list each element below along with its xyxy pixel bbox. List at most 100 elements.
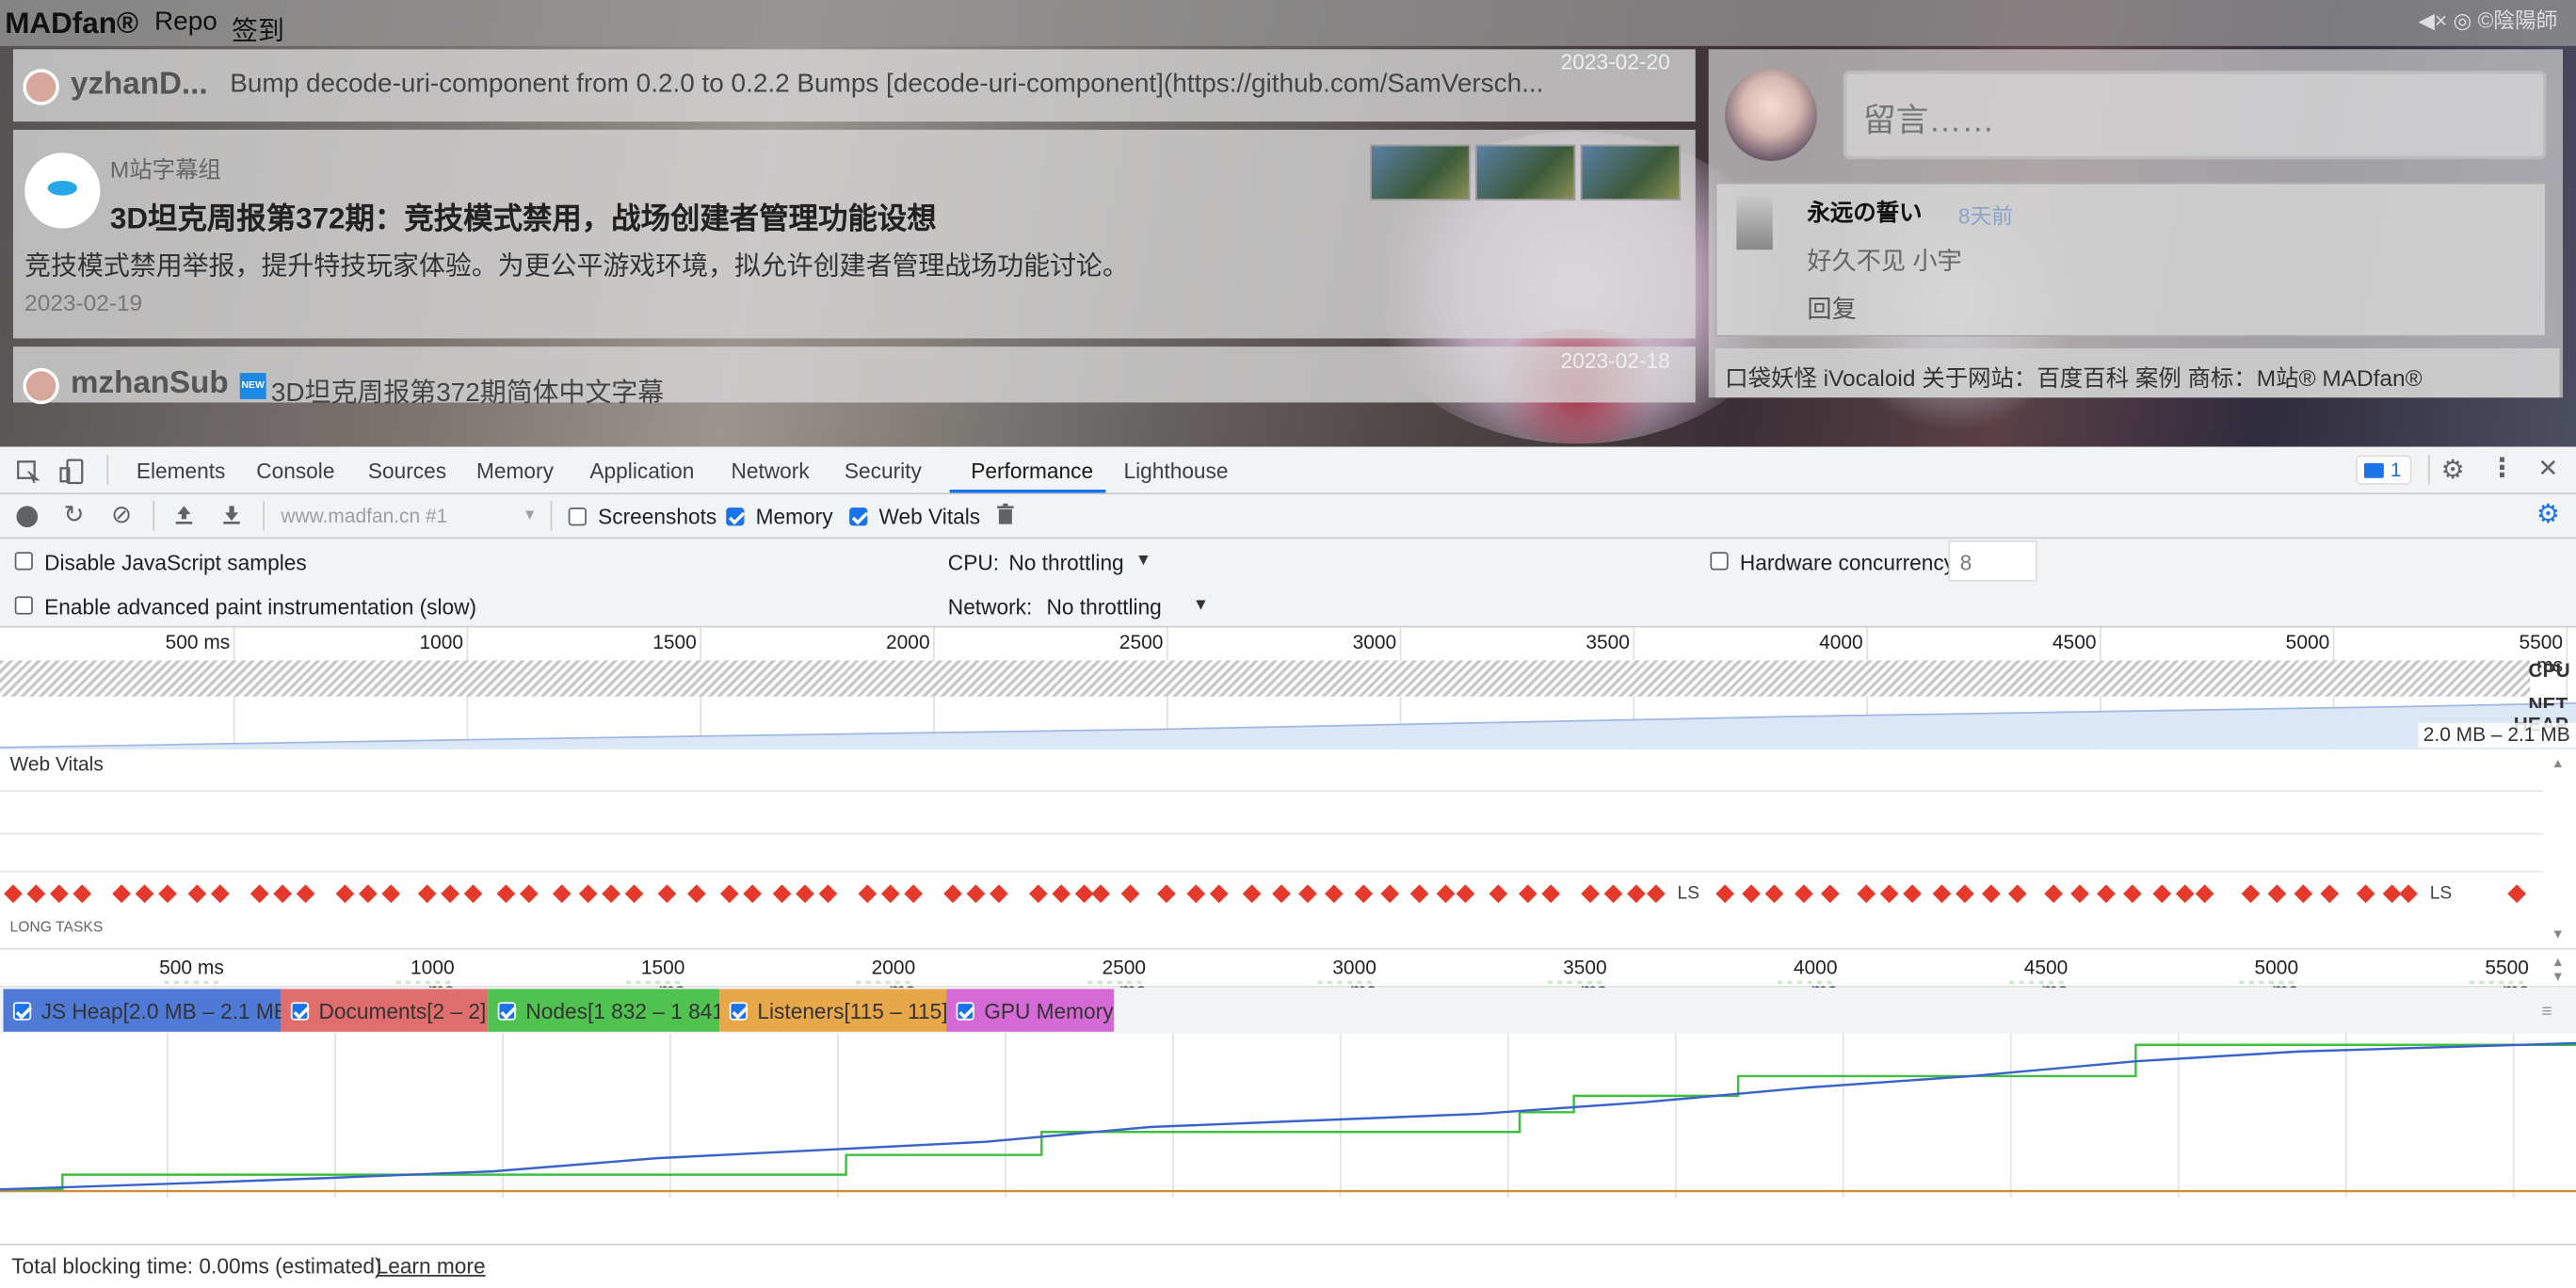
layout-shift-marker[interactable] bbox=[719, 884, 739, 904]
counter-checkbox[interactable] bbox=[290, 1002, 310, 1021]
counter-checkbox[interactable] bbox=[12, 1002, 32, 1021]
layout-shift-marker[interactable] bbox=[1456, 884, 1475, 904]
layout-shift-marker[interactable] bbox=[1186, 884, 1206, 904]
hardware-concurrency-input[interactable]: 8 bbox=[1948, 540, 2037, 582]
layout-shift-marker[interactable] bbox=[1903, 884, 1922, 904]
layout-shift-marker[interactable] bbox=[602, 884, 620, 904]
layout-shift-marker[interactable] bbox=[1436, 884, 1456, 904]
load-profile-icon[interactable] bbox=[170, 503, 197, 529]
layout-shift-marker[interactable] bbox=[2044, 884, 2063, 904]
hardware-concurrency-label[interactable]: Hardware concurrency bbox=[1740, 551, 1955, 575]
layout-shift-marker[interactable] bbox=[904, 884, 924, 904]
layout-shift-marker[interactable] bbox=[1518, 884, 1538, 904]
tab-console[interactable]: Console bbox=[256, 459, 334, 483]
layout-shift-marker[interactable] bbox=[1380, 884, 1400, 904]
layout-shift-marker[interactable] bbox=[552, 884, 572, 904]
layout-shift-marker[interactable] bbox=[1879, 884, 1899, 904]
counter-checkbox[interactable] bbox=[956, 1002, 974, 1021]
layout-shift-marker[interactable] bbox=[743, 884, 763, 904]
layout-shift-marker[interactable] bbox=[496, 884, 516, 904]
layout-shift-marker[interactable] bbox=[2399, 884, 2418, 904]
feed-user[interactable]: mzhanSub bbox=[71, 366, 229, 402]
device-toolbar-icon[interactable] bbox=[59, 459, 86, 485]
nav-repo[interactable]: Repo bbox=[154, 8, 217, 38]
layout-shift-marker[interactable] bbox=[1603, 884, 1623, 904]
memory-label[interactable]: Memory bbox=[756, 505, 833, 529]
layout-shift-marker[interactable] bbox=[135, 884, 154, 904]
layout-shift-marker[interactable] bbox=[1028, 884, 1048, 904]
layout-shift-marker[interactable] bbox=[1541, 884, 1561, 904]
tab-memory[interactable]: Memory bbox=[476, 459, 554, 483]
disable-js-checkbox[interactable] bbox=[14, 552, 33, 571]
tab-security[interactable]: Security bbox=[845, 459, 922, 483]
feed-text[interactable]: 3D坦克周报第372期简体中文字幕 bbox=[271, 370, 664, 410]
layout-shift-marker[interactable] bbox=[1091, 884, 1110, 904]
layout-shift-marker[interactable] bbox=[966, 884, 986, 904]
layout-shift-marker[interactable] bbox=[1764, 884, 1784, 904]
layout-shift-marker[interactable] bbox=[381, 884, 401, 904]
screenshots-checkbox[interactable] bbox=[568, 507, 587, 526]
layout-shift-marker[interactable] bbox=[1646, 884, 1666, 904]
site-brand[interactable]: MADfan® bbox=[5, 7, 138, 41]
nav-checkin[interactable]: 签到 bbox=[232, 8, 284, 48]
layout-shift-marker[interactable] bbox=[2294, 884, 2313, 904]
layout-shift-marker[interactable] bbox=[2123, 884, 2142, 904]
feed-text[interactable]: Bump decode-uri-component from 0.2.0 to … bbox=[230, 71, 1676, 100]
layout-shift-marker[interactable] bbox=[578, 884, 598, 904]
layout-shift-marker[interactable] bbox=[296, 884, 315, 904]
counter-toggle[interactable]: GPU Memory bbox=[946, 989, 1115, 1032]
resize-handle-icon[interactable]: ≡ bbox=[2541, 1002, 2552, 1022]
feed-source[interactable]: M站字幕组 bbox=[110, 153, 221, 185]
counter-toggle[interactable]: JS Heap[2.0 MB – 2.1 MB] bbox=[3, 989, 294, 1032]
network-throttling-select[interactable]: No throttling bbox=[1047, 595, 1162, 620]
layout-shift-marker[interactable] bbox=[1409, 884, 1429, 904]
layout-shift-marker[interactable] bbox=[2152, 884, 2172, 904]
hardware-concurrency-checkbox[interactable] bbox=[1710, 552, 1729, 571]
web-vitals-label[interactable]: Web Vitals bbox=[879, 505, 981, 529]
reply-link[interactable]: 回复 bbox=[1807, 291, 1856, 326]
tab-sources[interactable]: Sources bbox=[368, 459, 446, 483]
layout-shift-marker[interactable] bbox=[1581, 884, 1600, 904]
commenter-avatar[interactable] bbox=[1736, 193, 1773, 250]
layout-shift-marker[interactable] bbox=[943, 884, 962, 904]
thumbnail[interactable] bbox=[1474, 144, 1576, 201]
layout-shift-marker[interactable] bbox=[1627, 884, 1646, 904]
layout-shift-marker[interactable] bbox=[1272, 884, 1291, 904]
layout-shift-marker[interactable] bbox=[2241, 884, 2261, 904]
learn-more-link[interactable]: Learn more bbox=[377, 1253, 486, 1278]
layout-shift-marker[interactable] bbox=[1052, 884, 1071, 904]
layout-shift-track[interactable] bbox=[0, 874, 2543, 913]
layout-shift-marker[interactable] bbox=[624, 884, 644, 904]
scroll-down-icon[interactable]: ▼ bbox=[2552, 969, 2565, 984]
layout-shift-marker[interactable] bbox=[49, 884, 69, 904]
feed-user[interactable]: yzhanD... bbox=[71, 68, 208, 104]
layout-shift-marker[interactable] bbox=[519, 884, 539, 904]
layout-shift-marker[interactable] bbox=[2070, 884, 2089, 904]
more-options-icon[interactable]: ⋮ bbox=[2489, 456, 2516, 483]
screenshots-label[interactable]: Screenshots bbox=[598, 505, 716, 529]
user-avatar[interactable] bbox=[1725, 69, 1817, 162]
layout-shift-marker[interactable] bbox=[772, 884, 792, 904]
comment-input[interactable]: 留言…… bbox=[1843, 71, 2547, 160]
tab-elements[interactable]: Elements bbox=[137, 459, 226, 483]
tab-network[interactable]: Network bbox=[731, 459, 809, 483]
layout-shift-marker[interactable] bbox=[1956, 884, 1974, 904]
disable-js-label[interactable]: Disable JavaScript samples bbox=[44, 551, 307, 575]
layout-shift-marker[interactable] bbox=[273, 884, 292, 904]
layout-shift-marker[interactable] bbox=[1715, 884, 1735, 904]
thumbnail[interactable] bbox=[1370, 144, 1471, 201]
layout-shift-marker[interactable] bbox=[1242, 884, 1262, 904]
layout-shift-marker[interactable] bbox=[2356, 884, 2375, 904]
avatar[interactable] bbox=[23, 69, 59, 105]
counter-toggle[interactable]: Listeners[115 – 115] bbox=[719, 989, 948, 1032]
counter-checkbox[interactable] bbox=[729, 1002, 748, 1021]
layout-shift-marker[interactable] bbox=[990, 884, 1008, 904]
layout-shift-marker[interactable] bbox=[1820, 884, 1840, 904]
chevron-down-icon[interactable]: ▼ bbox=[523, 506, 538, 522]
layout-shift-marker[interactable] bbox=[657, 884, 677, 904]
chevron-down-icon[interactable]: ▼ bbox=[1193, 596, 1209, 614]
layout-shift-marker[interactable] bbox=[2007, 884, 2027, 904]
layout-shift-marker[interactable] bbox=[335, 884, 355, 904]
layout-shift-marker[interactable] bbox=[1298, 884, 1317, 904]
comment-author[interactable]: 永远の誓い bbox=[1807, 196, 1922, 229]
